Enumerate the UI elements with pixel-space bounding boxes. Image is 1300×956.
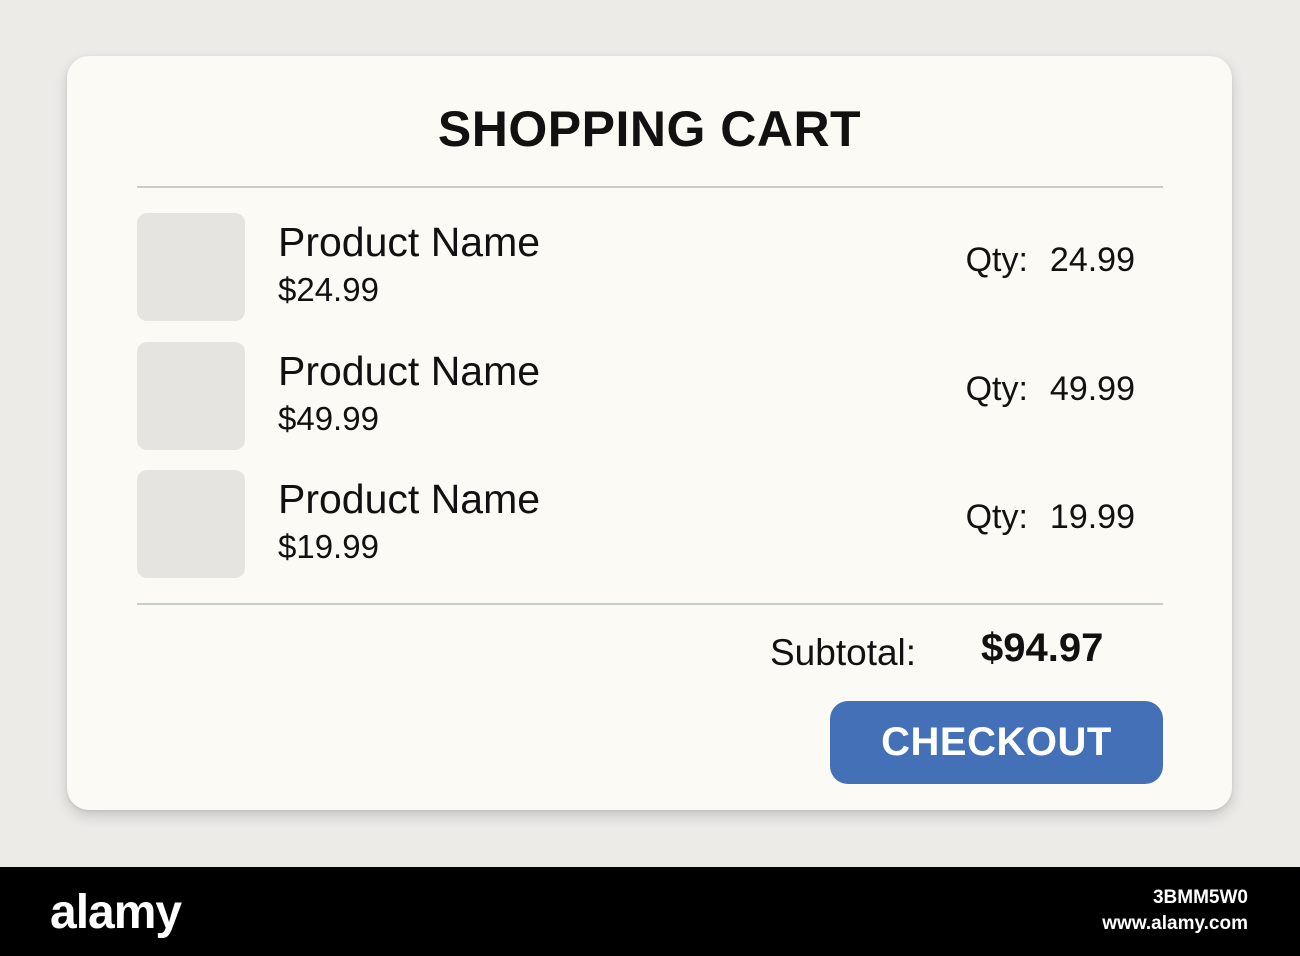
site-url: www.alamy.com	[1102, 913, 1248, 934]
product-thumbnail	[137, 213, 245, 321]
qty-label: Qty:	[965, 241, 1028, 279]
checkout-button[interactable]: CHECKOUT	[830, 701, 1163, 784]
watermark-footer: alamy 3BMM5W0 www.alamy.com	[0, 867, 1300, 956]
qty-value: 24.99	[1049, 241, 1135, 279]
product-name: Product Name	[278, 348, 541, 394]
product-thumbnail	[137, 470, 245, 578]
cart-item[interactable]: Product Name $24.99 Qty: 24.99	[137, 213, 1163, 321]
shopping-cart-card: SHOPPING CART Product Name $24.99 Qty: 24…	[67, 56, 1232, 810]
product-thumbnail	[137, 342, 245, 450]
subtotal-value: $94.97	[981, 626, 1104, 670]
cart-title: SHOPPING CART	[437, 101, 862, 157]
quantity-display: Qty: 49.99	[966, 370, 1135, 409]
product-price: $19.99	[278, 528, 379, 565]
alamy-logo: alamy	[50, 886, 182, 939]
product-price: $24.99	[278, 271, 379, 308]
cart-item[interactable]: Product Name $49.99 Qty: 49.99	[137, 342, 1163, 450]
bottom-divider	[137, 603, 1163, 605]
cart-item[interactable]: Product Name $19.99 Qty: 19.99	[137, 470, 1163, 578]
top-divider	[137, 186, 1163, 188]
quantity-display: Qty: 24.99	[966, 241, 1135, 280]
product-price: $49.99	[278, 400, 379, 437]
quantity-display: Qty: 19.99	[966, 498, 1135, 537]
product-name: Product Name	[278, 476, 541, 522]
qty-label: Qty:	[965, 370, 1028, 408]
qty-label: Qty:	[965, 498, 1028, 536]
image-id: 3BMM5W0	[1152, 887, 1248, 908]
qty-value: 19.99	[1049, 498, 1135, 536]
qty-value: 49.99	[1049, 370, 1135, 408]
subtotal-label: Subtotal:	[770, 632, 917, 673]
product-name: Product Name	[278, 219, 541, 265]
